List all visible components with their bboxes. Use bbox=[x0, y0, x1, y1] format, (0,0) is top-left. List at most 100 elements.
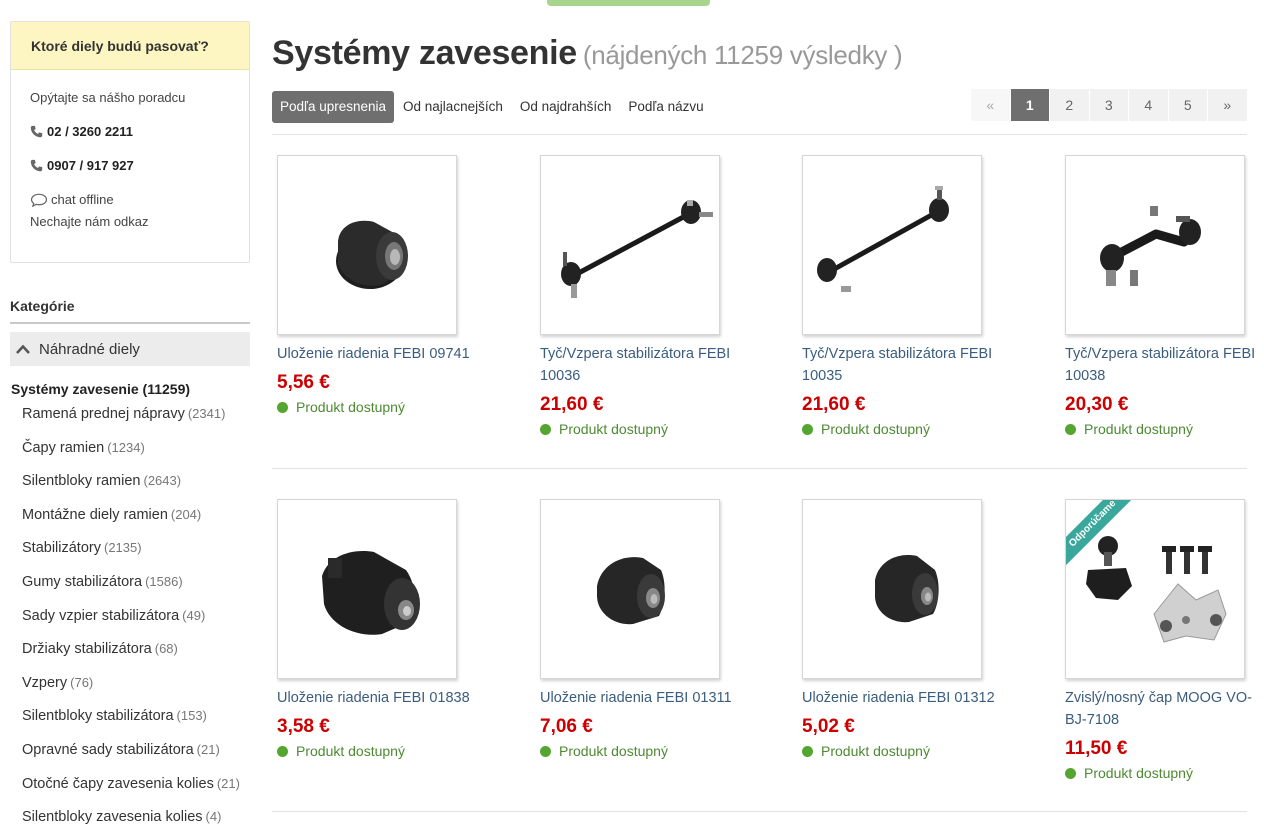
product-name-link[interactable]: Uloženie riadenia FEBI 01311 bbox=[540, 687, 740, 709]
availability-status: Produkt dostupný bbox=[277, 399, 477, 415]
product-card: Tyč/Vzpera stabilizátora FEBI 10036 21,6… bbox=[540, 155, 740, 437]
product-card: Uloženie riadenia FEBI 01311 7,06 € Prod… bbox=[540, 499, 740, 759]
sort-by-most-expensive[interactable]: Od najdrahších bbox=[512, 91, 620, 123]
availability-status: Produkt dostupný bbox=[277, 743, 477, 759]
product-price: 3,58 € bbox=[277, 716, 330, 737]
product-image[interactable] bbox=[1065, 155, 1245, 335]
bushing-image bbox=[322, 551, 420, 635]
pagination-page-1[interactable]: 1 bbox=[1010, 89, 1050, 121]
phone-number-2: 0907 / 917 927 bbox=[47, 158, 134, 173]
pagination-page-5[interactable]: 5 bbox=[1168, 89, 1208, 121]
product-name-link[interactable]: Tyč/Vzpera stabilizátora FEBI 10038 bbox=[1065, 343, 1264, 387]
available-dot-icon bbox=[540, 745, 551, 757]
sort-bar: Podľa upresnenia Od najlacnejších Od naj… bbox=[272, 91, 713, 123]
caret-up-icon bbox=[16, 344, 30, 354]
product-price: 5,02 € bbox=[802, 716, 855, 737]
available-dot-icon bbox=[277, 401, 288, 413]
pagination-page-4[interactable]: 4 bbox=[1129, 89, 1169, 121]
product-image[interactable] bbox=[540, 155, 720, 335]
pagination-next[interactable]: » bbox=[1208, 89, 1248, 121]
bushing-image bbox=[597, 557, 665, 625]
product-name-link[interactable]: Tyč/Vzpera stabilizátora FEBI 10036 bbox=[540, 343, 740, 387]
availability-status: Produkt dostupný bbox=[1065, 765, 1264, 781]
available-dot-icon bbox=[802, 745, 813, 757]
product-name-link[interactable]: Zvislý/nosný čap MOOG VO-BJ-7108 bbox=[1065, 687, 1264, 731]
product-card: Uloženie riadenia FEBI 01838 3,58 € Prod… bbox=[277, 499, 477, 759]
product-image[interactable] bbox=[277, 499, 457, 679]
product-name-link[interactable]: Uloženie riadenia FEBI 01312 bbox=[802, 687, 1002, 709]
product-card: Tyč/Vzpera stabilizátora FEBI 10038 20,3… bbox=[1065, 155, 1264, 437]
pagination-page-2[interactable]: 2 bbox=[1050, 89, 1090, 121]
stabilizer-link-image bbox=[1100, 206, 1201, 286]
phone-line-1[interactable]: 02 / 3260 2211 bbox=[30, 124, 249, 158]
product-price: 20,30 € bbox=[1065, 394, 1129, 415]
subcategory-item[interactable]: Silentbloky ramien (2643) bbox=[22, 473, 240, 507]
subcategory-item[interactable]: Gumy stabilizátora (1586) bbox=[22, 574, 240, 608]
phone-number-1: 02 / 3260 2211 bbox=[47, 124, 134, 139]
product-name-link[interactable]: Uloženie riadenia FEBI 01838 bbox=[277, 687, 477, 709]
sort-by-relevance[interactable]: Podľa upresnenia bbox=[272, 91, 395, 123]
stabilizer-link-image bbox=[561, 200, 713, 298]
product-price: 7,06 € bbox=[540, 716, 593, 737]
divider bbox=[272, 468, 1247, 469]
pagination-prev[interactable]: « bbox=[971, 89, 1011, 121]
chat-status: chat offline bbox=[51, 192, 114, 207]
help-box: Ktoré diely budú pasovať? Opýtajte sa ná… bbox=[10, 21, 250, 263]
product-name-link[interactable]: Uloženie riadenia FEBI 09741 bbox=[277, 343, 477, 365]
current-category: Systémy zavesenie (11259) bbox=[11, 381, 191, 397]
pagination-page-3[interactable]: 3 bbox=[1089, 89, 1129, 121]
subcategory-item[interactable]: Silentbloky zavesenia kolies (4) bbox=[22, 809, 240, 835]
availability-status: Produkt dostupný bbox=[802, 421, 1002, 437]
parent-category-link[interactable]: Náhradné diely bbox=[10, 332, 250, 366]
subcategory-item[interactable]: Opravné sady stabilizátora (21) bbox=[22, 742, 240, 776]
page-title-text: Systémy zavesenie bbox=[272, 34, 577, 72]
page-title: Systémy zavesenie (nájdených 11259 výsled… bbox=[272, 34, 903, 73]
phone-icon bbox=[30, 125, 43, 138]
subcategory-item[interactable]: Ramená prednej nápravy (2341) bbox=[22, 406, 240, 440]
leave-message-link[interactable]: Nechajte nám odkaz bbox=[30, 214, 249, 248]
availability-status: Produkt dostupný bbox=[1065, 421, 1264, 437]
product-card: Uloženie riadenia FEBI 09741 5,56 € Prod… bbox=[277, 155, 477, 415]
product-price: 11,50 € bbox=[1065, 738, 1128, 759]
divider bbox=[272, 811, 1247, 812]
phone-line-2[interactable]: 0907 / 917 927 bbox=[30, 158, 249, 192]
subcategory-item[interactable]: Otočné čapy zavesenia kolies (21) bbox=[22, 776, 240, 810]
product-image[interactable] bbox=[802, 155, 982, 335]
product-image[interactable] bbox=[277, 155, 457, 335]
subcategory-item[interactable]: Montážne diely ramien (204) bbox=[22, 507, 240, 541]
available-dot-icon bbox=[540, 423, 551, 435]
product-price: 21,60 € bbox=[540, 394, 604, 415]
availability-status: Produkt dostupný bbox=[540, 743, 740, 759]
available-dot-icon bbox=[277, 745, 288, 757]
product-name-link[interactable]: Tyč/Vzpera stabilizátora FEBI 10035 bbox=[802, 343, 1002, 387]
help-intro: Opýtajte sa nášho poradcu bbox=[30, 90, 186, 105]
product-image[interactable]: Odporúčame bbox=[1065, 499, 1245, 679]
subcategory-item[interactable]: Sady vzpier stabilizátora (49) bbox=[22, 608, 240, 642]
subcategory-item[interactable]: Vzpery (76) bbox=[22, 675, 240, 709]
product-card: Odporúčame Zvislý/nosný čap MOOG VO-BJ-7… bbox=[1065, 499, 1264, 781]
sort-by-cheapest[interactable]: Od najlacnejších bbox=[395, 91, 511, 123]
available-dot-icon bbox=[1065, 423, 1076, 435]
availability-status: Produkt dostupný bbox=[802, 743, 1002, 759]
subcategory-item[interactable]: Stabilizátory (2135) bbox=[22, 540, 240, 574]
available-dot-icon bbox=[1065, 767, 1076, 779]
chat-status-link[interactable]: chat offline bbox=[30, 192, 249, 214]
availability-status: Produkt dostupný bbox=[540, 421, 740, 437]
product-image[interactable] bbox=[540, 499, 720, 679]
chat-bubble-icon bbox=[30, 193, 48, 207]
subcategory-item[interactable]: Držiaky stabilizátora (68) bbox=[22, 641, 240, 675]
divider bbox=[272, 134, 1247, 135]
product-price: 5,56 € bbox=[277, 372, 330, 393]
product-price: 21,60 € bbox=[802, 394, 866, 415]
parent-category-label: Náhradné diely bbox=[39, 340, 140, 358]
sort-by-name[interactable]: Podľa názvu bbox=[620, 91, 711, 123]
help-title: Ktoré diely budú pasovať? bbox=[11, 22, 249, 70]
bushing-image bbox=[336, 220, 408, 289]
subcategory-item[interactable]: Silentbloky stabilizátora (153) bbox=[22, 708, 240, 742]
subcategory-item[interactable]: Čapy ramien (1234) bbox=[22, 440, 240, 474]
available-dot-icon bbox=[802, 423, 813, 435]
top-tab-indicator bbox=[547, 0, 710, 6]
stabilizer-link-image bbox=[817, 186, 949, 292]
product-image[interactable] bbox=[802, 499, 982, 679]
categories-heading: Kategórie bbox=[10, 298, 250, 324]
